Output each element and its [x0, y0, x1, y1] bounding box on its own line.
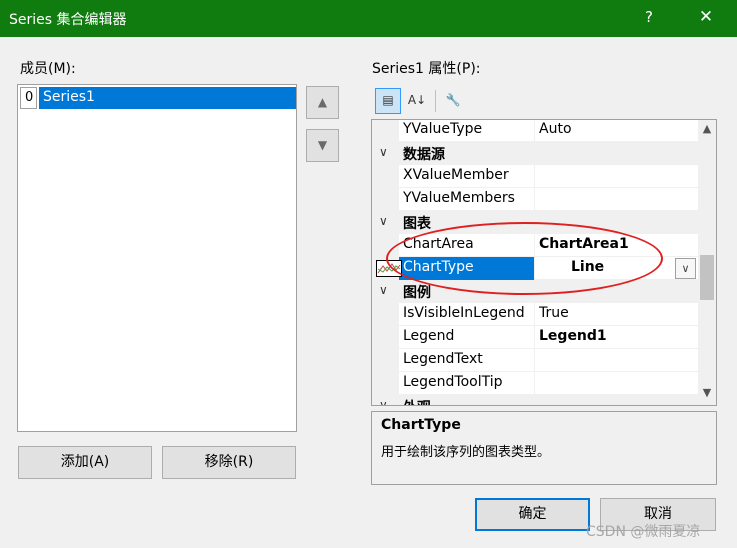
- property-category[interactable]: ∨ 图表: [372, 211, 698, 234]
- property-value[interactable]: [534, 165, 698, 188]
- alphabetical-button[interactable]: A↓: [404, 88, 430, 114]
- row-gutter: [372, 349, 399, 372]
- add-button[interactable]: 添加(A): [18, 446, 152, 479]
- row-gutter: [372, 165, 399, 188]
- categorized-button[interactable]: ▤: [375, 88, 401, 114]
- category-name: 外观: [399, 395, 534, 405]
- member-name: Series1: [39, 87, 296, 109]
- chevron-down-icon[interactable]: ∨: [379, 283, 388, 297]
- sort-alphabetical-icon: A↓: [407, 93, 427, 107]
- chevron-down-icon[interactable]: ∨: [379, 214, 388, 228]
- property-row[interactable]: YValueType Auto: [372, 120, 698, 142]
- property-row[interactable]: LegendToolTip: [372, 372, 698, 395]
- category-name: 图例: [403, 285, 431, 301]
- row-gutter: [372, 188, 399, 211]
- property-value[interactable]: Legend1: [534, 326, 698, 349]
- member-index: 0: [20, 87, 37, 109]
- categorized-icon: ▤: [382, 93, 394, 107]
- chevron-down-icon[interactable]: ∨: [379, 398, 388, 405]
- property-name: YValueMembers: [403, 190, 515, 206]
- row-gutter: [372, 234, 399, 257]
- members-label: 成员(M):: [20, 61, 76, 77]
- members-list[interactable]: 0 Series1: [17, 84, 297, 432]
- property-pages-button[interactable]: 🔧: [440, 88, 466, 114]
- property-value[interactable]: ChartArea1: [534, 234, 698, 257]
- property-row[interactable]: ChartType Line ∨: [372, 257, 698, 280]
- property-value[interactable]: Line: [534, 257, 698, 280]
- remove-button[interactable]: 移除(R): [162, 446, 296, 479]
- watermark: CSDN @微雨夏凉: [586, 524, 701, 540]
- property-name: YValueType: [403, 121, 483, 137]
- row-gutter: [372, 303, 399, 326]
- property-name: LegendToolTip: [403, 374, 503, 390]
- property-grid[interactable]: YValueType Auto ∨ 数据源 XValueMember YValueMemb…: [371, 119, 717, 406]
- property-value[interactable]: [534, 372, 698, 395]
- property-name: LegendText: [403, 351, 483, 367]
- property-name: IsVisibleInLegend: [403, 305, 525, 321]
- toolbar-separator: [435, 90, 436, 112]
- property-grid-scrollbar[interactable]: ▲ ▼: [698, 120, 716, 405]
- property-row[interactable]: YValueMembers: [372, 188, 698, 211]
- property-value[interactable]: [534, 188, 698, 211]
- property-row[interactable]: LegendText: [372, 349, 698, 372]
- property-value[interactable]: [534, 349, 698, 372]
- property-description: ChartType 用于绘制该序列的图表类型。: [371, 411, 717, 485]
- row-gutter: [372, 326, 399, 349]
- chevron-down-icon[interactable]: ∨: [379, 145, 388, 159]
- category-name: 图表: [403, 216, 431, 232]
- property-row[interactable]: XValueMember: [372, 165, 698, 188]
- property-value[interactable]: Auto: [534, 120, 698, 142]
- move-down-button[interactable]: ▼: [306, 129, 339, 162]
- title-bar: Series 集合编辑器 ? ✕: [0, 0, 737, 37]
- property-category[interactable]: ∨ 图例: [372, 280, 698, 303]
- scroll-down-icon[interactable]: ▼: [698, 386, 716, 399]
- description-text: 用于绘制该序列的图表类型。: [381, 445, 551, 460]
- property-name: XValueMember: [403, 167, 509, 183]
- window-title: Series 集合编辑器: [9, 12, 127, 28]
- arrow-down-icon: ▼: [317, 138, 328, 152]
- line-chart-icon: [376, 260, 402, 277]
- member-item-series1[interactable]: 0 Series1: [20, 87, 296, 109]
- help-button[interactable]: ?: [636, 8, 662, 26]
- arrow-up-icon: ▲: [317, 95, 328, 109]
- wrench-icon: 🔧: [445, 93, 461, 107]
- property-row[interactable]: Legend Legend1: [372, 326, 698, 349]
- property-category[interactable]: ∨ 数据源: [372, 142, 698, 165]
- property-category[interactable]: ∨ 外观: [372, 395, 698, 405]
- dropdown-arrow-icon[interactable]: ∨: [675, 258, 696, 279]
- ok-button[interactable]: 确定: [475, 498, 590, 531]
- property-name: ChartType: [399, 257, 534, 280]
- property-row[interactable]: IsVisibleInLegend True: [372, 303, 698, 326]
- scroll-up-icon[interactable]: ▲: [698, 122, 716, 135]
- properties-label: Series1 属性(P):: [372, 61, 481, 77]
- row-gutter: [372, 120, 399, 142]
- close-button[interactable]: ✕: [693, 7, 719, 27]
- property-row[interactable]: ChartArea ChartArea1: [372, 234, 698, 257]
- property-value[interactable]: True: [534, 303, 698, 326]
- move-up-button[interactable]: ▲: [306, 86, 339, 119]
- property-name: Legend: [403, 328, 455, 344]
- category-name: 数据源: [403, 147, 445, 163]
- description-title: ChartType: [381, 417, 461, 433]
- scroll-thumb[interactable]: [700, 255, 714, 300]
- row-gutter: [372, 372, 399, 395]
- property-name: ChartArea: [403, 236, 474, 252]
